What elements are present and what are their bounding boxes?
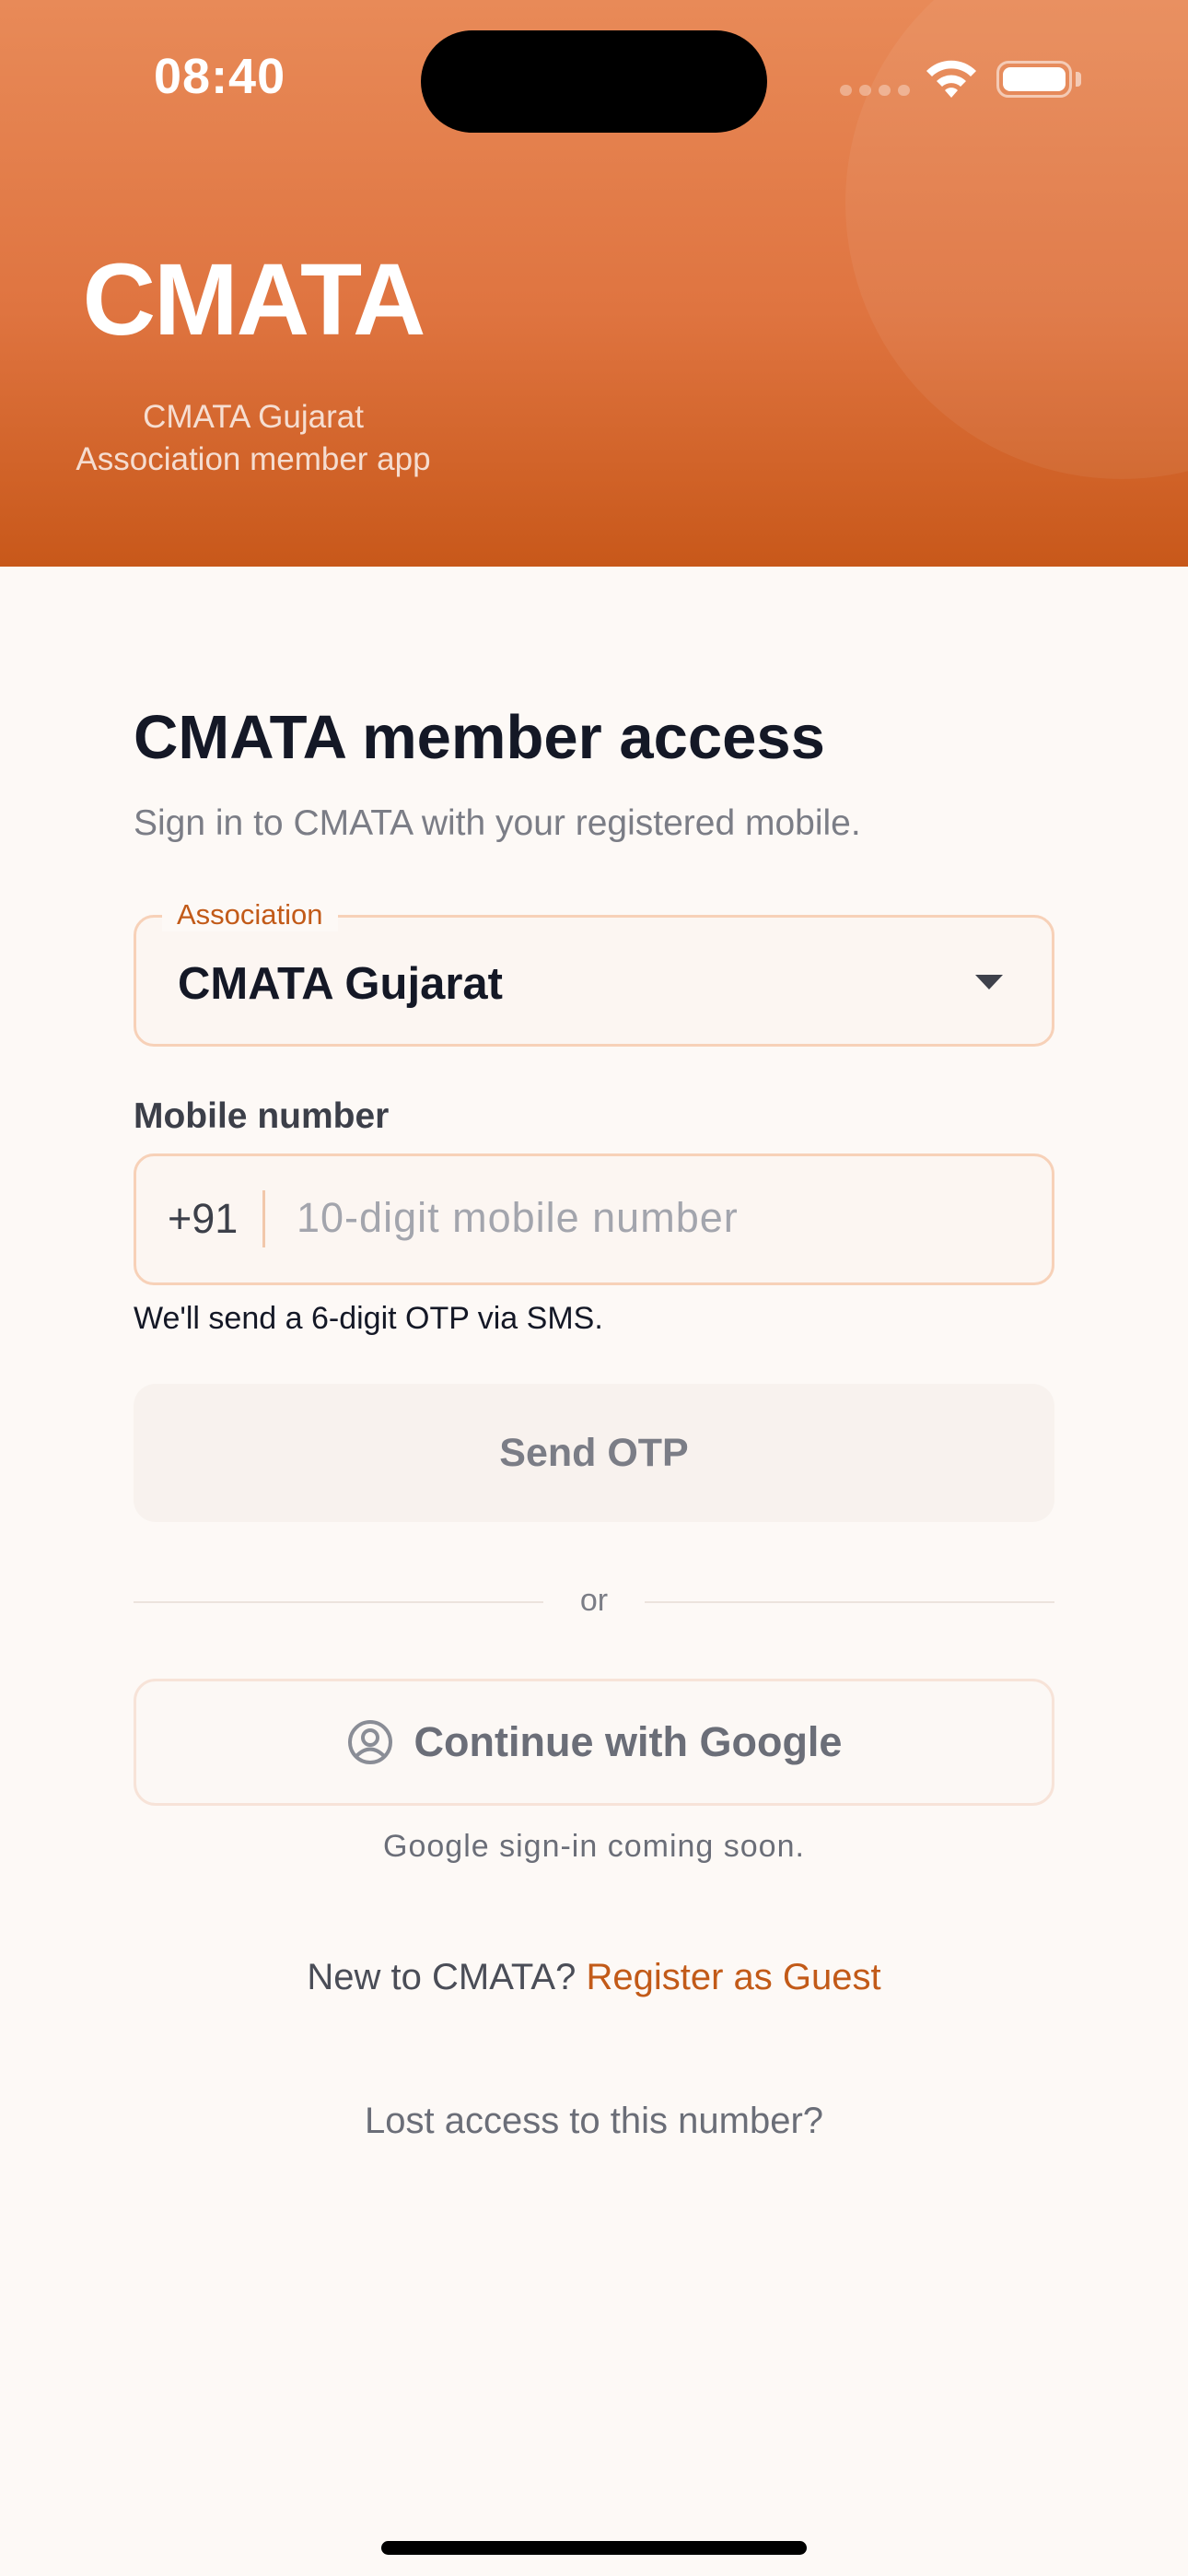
cellular-signal-icon — [840, 85, 910, 96]
register-as-guest-link[interactable]: Register as Guest — [586, 1957, 880, 1997]
home-indicator — [381, 2541, 807, 2555]
brand-subtitle-line2: Association member app — [76, 441, 431, 477]
otp-hint: We'll send a 6-digit OTP via SMS. — [134, 1301, 603, 1336]
page-subtitle: Sign in to CMATA with your registered mo… — [134, 803, 861, 843]
battery-cap — [1076, 72, 1081, 87]
chevron-down-icon[interactable] — [975, 975, 1003, 989]
wifi-icon — [926, 60, 976, 98]
mobile-number-label: Mobile number — [134, 1096, 390, 1136]
battery-icon — [996, 61, 1072, 98]
association-label: Association — [162, 898, 338, 931]
divider-line-right — [645, 1601, 1054, 1603]
google-hint: Google sign-in coming soon. — [383, 1829, 805, 1864]
page-title: CMATA member access — [134, 703, 825, 772]
mobile-number-input[interactable] — [297, 1181, 1024, 1255]
or-divider-text: or — [579, 1583, 609, 1618]
send-otp-button[interactable]: Send OTP — [134, 1384, 1054, 1522]
continue-with-google-button[interactable]: Continue with Google — [134, 1679, 1054, 1806]
lost-access-link[interactable]: Lost access to this number? — [134, 2101, 1054, 2142]
user-circle-icon — [347, 1720, 392, 1764]
field-divider — [262, 1190, 265, 1247]
google-button-label: Continue with Google — [413, 1718, 843, 1765]
dynamic-island — [421, 30, 767, 133]
app-header: 08:40 CMATA CMATA Gujarat Association me… — [0, 0, 1188, 567]
brand-subtitle-line1: CMATA Gujarat — [143, 399, 364, 435]
divider-line-left — [134, 1601, 543, 1603]
association-value[interactable]: CMATA Gujarat — [178, 958, 503, 1010]
brand-subtitle: CMATA Gujarat Association member app — [37, 396, 470, 481]
register-row: New to CMATA? Register as Guest — [134, 1957, 1054, 1998]
status-time: 08:40 — [154, 49, 286, 104]
register-prefix: New to CMATA? — [307, 1957, 577, 1997]
brand-title: CMATA — [82, 243, 426, 357]
country-code: +91 — [168, 1195, 239, 1242]
